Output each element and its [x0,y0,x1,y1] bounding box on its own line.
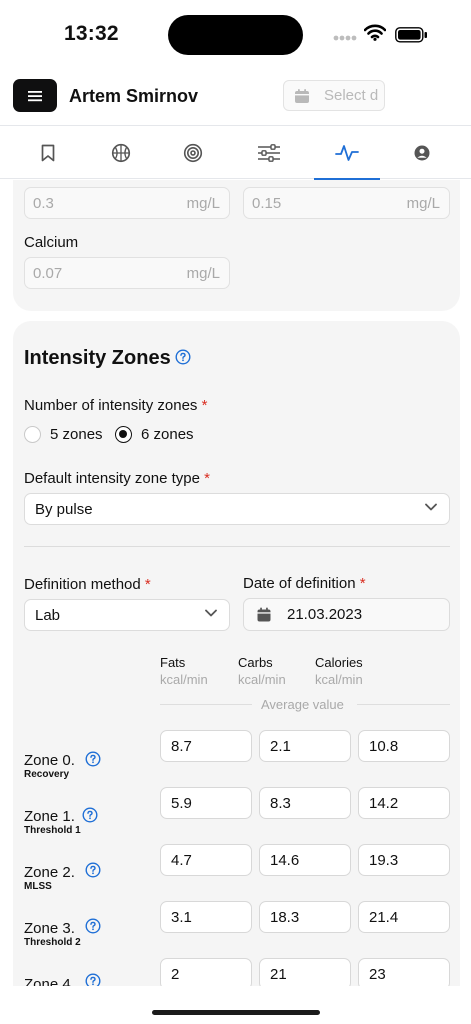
calories-input[interactable]: 19.3 [358,844,450,876]
status-time: 13:32 [64,22,119,45]
zone-type-label: Default intensity zone type * [24,470,210,487]
calendar-icon [295,88,309,103]
avg-divider-left [160,704,252,705]
help-icon[interactable] [175,349,191,365]
tab-sport[interactable] [88,126,154,179]
method-value: Lab [35,607,61,624]
tab-settings[interactable] [236,126,302,179]
date-select[interactable]: Select d [283,80,385,111]
zone-name: Zone 0. [24,752,75,769]
carbs-input[interactable]: 2.1 [259,730,351,762]
zone-name: Zone 1. [24,808,75,825]
fats-input[interactable]: 5.9 [160,787,252,819]
fats-input[interactable]: 4.7 [160,844,252,876]
method-select[interactable]: Lab [24,599,230,631]
bookmark-icon [41,144,55,161]
zone-subtitle: MLSS [24,881,52,892]
radio-6-zones-label: 6 zones [141,426,194,443]
zone-name: Zone 2. [24,864,75,881]
date-label: Date of definition * [243,575,366,592]
carbs-input[interactable]: 8.3 [259,787,351,819]
zone-type-select[interactable]: By pulse [24,493,450,525]
date-field[interactable]: 21.03.2023 [243,598,450,631]
section-divider [24,546,450,547]
col-carbs: Carbs [238,655,273,670]
col-calories-unit: kcal/min [315,672,363,687]
tab-bar [0,126,471,180]
radio-6-zones[interactable] [115,426,132,443]
carbs-input[interactable]: 21 [259,958,351,986]
zone-subtitle: Threshold 2 [24,937,81,948]
col-fats-unit: kcal/min [160,672,208,687]
target-icon [183,143,203,162]
zone-subtitle: Threshold 1 [24,825,81,836]
zone-subtitle: Recovery [24,769,70,780]
mineral-field-a-unit: mg/L [186,195,220,212]
zone-name: Zone 3. [24,920,75,937]
help-icon[interactable] [82,807,98,823]
calcium-field[interactable]: 0.07 mg/L [24,257,230,289]
zones-count-label: Number of intensity zones * [24,397,208,414]
dynamic-island [168,15,303,55]
chevron-down-icon [425,503,437,511]
calendar-icon [257,607,271,622]
radio-5-zones[interactable] [24,426,41,443]
user-circle-icon [414,145,430,160]
zone-name: Zone 4. [24,976,75,986]
zone-type-value: By pulse [35,501,93,518]
help-icon[interactable] [85,751,101,767]
mineral-field-b[interactable]: 0.15 mg/L [243,187,450,219]
fats-input[interactable]: 2 [160,958,252,986]
avg-divider-right [357,704,450,705]
intensity-zones-card: Intensity Zones Number of intensity zone… [13,321,460,986]
col-fats: Fats [160,655,186,670]
section-title: Intensity Zones [24,347,171,369]
chevron-down-icon [205,609,217,617]
ball-icon [111,143,131,162]
tab-bookmarks[interactable] [15,126,81,179]
calories-input[interactable]: 23 [358,958,450,986]
user-name: Artem Smirnov [69,86,199,106]
app-header: Artem Smirnov Select d [0,70,471,126]
radio-5-zones-label: 5 zones [50,426,103,443]
method-label: Definition method * [24,576,151,593]
tab-profile[interactable] [389,126,455,179]
status-bar: 13:32 [0,0,471,70]
tab-targets[interactable] [160,126,226,179]
minerals-card: 0.3 mg/L 0.15 mg/L Calcium 0.07 mg/L [13,180,460,311]
tab-activity[interactable] [314,126,380,180]
fats-input[interactable]: 8.7 [160,730,252,762]
calories-input[interactable]: 10.8 [358,730,450,762]
average-value-label: Average value [261,697,344,712]
help-icon[interactable] [85,973,101,986]
hamburger-icon [28,90,42,101]
date-value: 21.03.2023 [287,606,363,623]
calcium-unit: mg/L [186,265,220,282]
col-carbs-unit: kcal/min [238,672,286,687]
fats-input[interactable]: 3.1 [160,901,252,933]
mineral-field-b-value: 0.15 [252,195,282,212]
calcium-value: 0.07 [33,265,63,282]
carbs-input[interactable]: 14.6 [259,844,351,876]
help-icon[interactable] [85,862,101,878]
wifi-icon [364,24,386,41]
signal-icon [333,35,357,41]
sliders-icon [258,143,280,162]
home-indicator[interactable] [152,1010,320,1015]
col-calories: Calories [315,655,363,670]
mineral-field-a[interactable]: 0.3 mg/L [24,187,230,219]
battery-icon [395,27,427,43]
mineral-field-a-value: 0.3 [33,195,54,212]
activity-icon [335,144,359,161]
calories-input[interactable]: 14.2 [358,787,450,819]
help-icon[interactable] [85,918,101,934]
scroll-content[interactable]: 0.3 mg/L 0.15 mg/L Calcium 0.07 mg/L Int… [0,180,471,986]
date-select-placeholder: Select d [324,87,379,104]
carbs-input[interactable]: 18.3 [259,901,351,933]
calories-input[interactable]: 21.4 [358,901,450,933]
mineral-field-b-unit: mg/L [406,195,440,212]
menu-button[interactable] [13,79,57,112]
calcium-label: Calcium [24,234,79,251]
